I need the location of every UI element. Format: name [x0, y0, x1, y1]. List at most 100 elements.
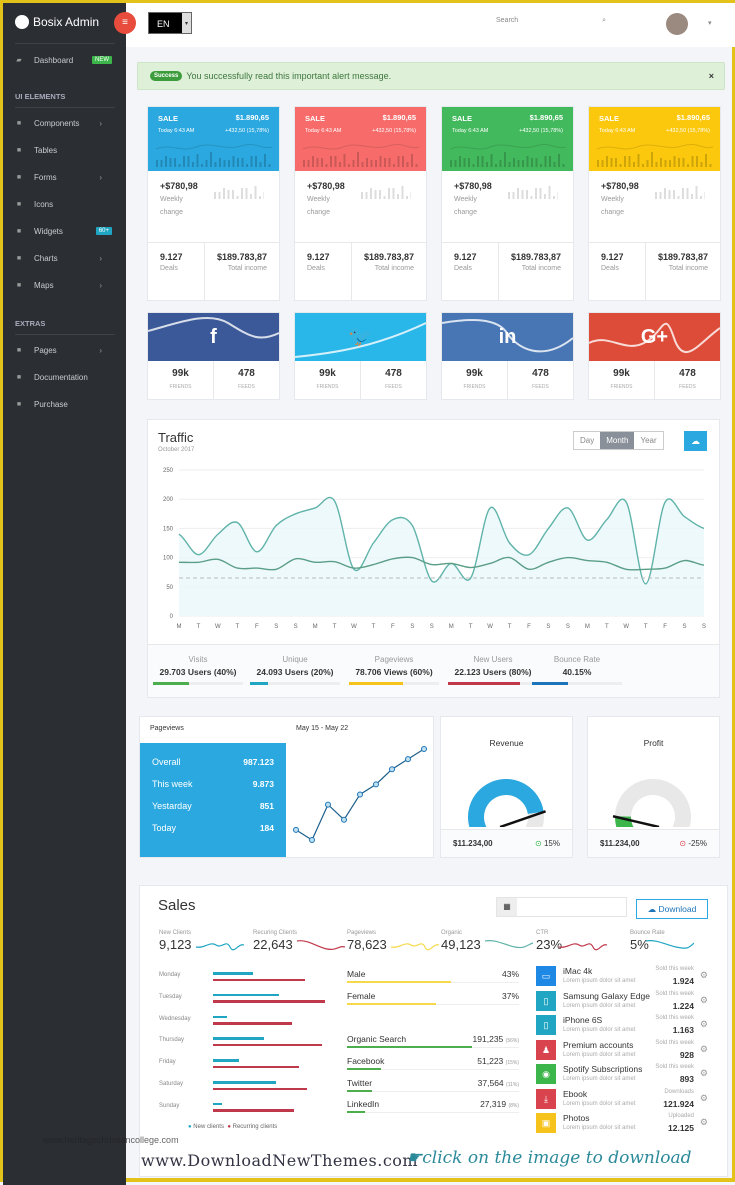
- chevron-down-icon[interactable]: ▾: [708, 19, 712, 27]
- arrow-up-circle-icon: ⊙: [535, 839, 544, 848]
- sidebar-item-maps[interactable]: ■ Maps ›: [3, 275, 126, 295]
- section-heading: EXTRAS: [15, 319, 46, 328]
- product-item[interactable]: ▭ iMac 4k Lorem ipsum dolor sit amet Sold t…: [536, 966, 708, 990]
- product-name: Ebook: [563, 1088, 588, 1099]
- sidebar-item-widgets[interactable]: ■ Widgets 60+: [3, 221, 126, 241]
- deals-value: 9.127: [160, 252, 183, 262]
- sidebar-item-charts[interactable]: ■ Charts ›: [3, 248, 126, 268]
- sale-card-header: SALE $1.890,65 Today 6:43 AM +432,50 (15,7…: [148, 107, 279, 171]
- recurring-clients-bar: [213, 1109, 295, 1112]
- gear-icon[interactable]: ⚙: [700, 1093, 708, 1104]
- cloud-download-button[interactable]: ☁: [684, 431, 707, 451]
- new-badge: NEW: [92, 56, 112, 64]
- divider: [15, 43, 115, 44]
- chevron-right-icon: ›: [99, 280, 102, 290]
- card-amount: $1.890,65: [676, 113, 710, 122]
- product-item[interactable]: ▣ Photos Lorem ipsum dolor sit amet Uploade…: [536, 1113, 708, 1137]
- stat-value: 29.703 Users (40%): [159, 667, 237, 677]
- mobile-icon: ▯: [536, 1015, 556, 1035]
- sidebar-item-forms[interactable]: ■ Forms ›: [3, 167, 126, 187]
- gear-icon[interactable]: ⚙: [700, 970, 708, 981]
- pageviews-stats: Overall 987.123 This week 9.873 Yestarday 851…: [140, 743, 286, 857]
- sidebar-item-purchase[interactable]: ■ Purchase: [3, 394, 126, 414]
- sidebar-item-dashboard[interactable]: ▰ Dashboard NEW: [3, 50, 126, 70]
- pageviews-trend-chart: [293, 746, 427, 843]
- day-bars: [213, 1037, 331, 1050]
- new-clients-bar: [213, 1081, 276, 1084]
- sidebar-item-tables[interactable]: ■ Tables: [3, 140, 126, 160]
- sidebar: Bosix Admin ▰ Dashboard NEW UI ELEMENTS ■ C…: [3, 3, 126, 1185]
- sidebar-item-components[interactable]: ■ Components ›: [3, 113, 126, 133]
- search-icon: ⌕: [602, 17, 606, 24]
- document-icon: ■: [16, 373, 22, 381]
- trend-point: [325, 801, 331, 808]
- close-icon[interactable]: ×: [709, 71, 714, 81]
- avatar[interactable]: [666, 13, 688, 35]
- x-tick-label: S: [566, 624, 570, 630]
- gear-icon[interactable]: ⚙: [700, 1117, 708, 1128]
- trend-point: [341, 816, 347, 823]
- income-value: $189.783,87: [657, 252, 708, 262]
- card-delta: +432,50 (15,78%): [225, 128, 269, 134]
- top-header: ≡ EN ▾ Search ⌕ ▾: [114, 3, 735, 47]
- row-label: Yestarday: [152, 801, 192, 811]
- product-name: iMac 4k: [563, 966, 593, 976]
- download-button[interactable]: ☁ Download: [636, 899, 708, 919]
- chevron-right-icon: ›: [99, 345, 102, 355]
- x-tick-label: T: [333, 624, 337, 630]
- sidebar-item-label: Maps: [34, 280, 54, 290]
- weekly-value: +$780,98: [601, 181, 639, 191]
- range-month-button[interactable]: Month: [600, 432, 635, 449]
- day-bars: [213, 1059, 331, 1072]
- stat-value: 22,643: [253, 937, 293, 952]
- product-item[interactable]: ◉ Spotify Subscriptions Lorem ipsum dolor …: [536, 1064, 708, 1088]
- stat-value: 40.15%: [562, 667, 592, 677]
- range-year-button[interactable]: Year: [634, 432, 662, 449]
- card-title: SALE: [452, 114, 473, 123]
- feeds-label: FEEDS: [679, 384, 696, 390]
- search-input[interactable]: Search ⌕: [496, 17, 616, 31]
- feeds-count: 478: [385, 368, 402, 379]
- product-item[interactable]: ⤓ Ebook Lorem ipsum dolor sit amet Download…: [536, 1088, 708, 1113]
- product-item[interactable]: ▯ Samsung Galaxy Edge Lorem ipsum dolor si…: [536, 990, 708, 1015]
- weekly-value: +$780,98: [307, 181, 345, 191]
- day-bars: [213, 1081, 331, 1094]
- day-label: Saturday: [159, 1081, 184, 1087]
- map-pin-icon: ■: [16, 281, 22, 289]
- feeds-count: 478: [238, 368, 255, 379]
- product-item[interactable]: ♟ Premium accounts Lorem ipsum dolor sit a…: [536, 1039, 708, 1064]
- watermark-cta-text: click on the image to download: [422, 1148, 692, 1168]
- success-label: Success: [150, 71, 183, 81]
- traffic-stat-unique: Unique 24.093 Users (20%): [245, 655, 345, 685]
- brand-logo[interactable]: Bosix Admin: [15, 15, 99, 29]
- row-value: 27,319: [480, 1099, 507, 1110]
- gear-icon[interactable]: ⚙: [700, 1019, 708, 1030]
- watermark-cta[interactable]: ☛click on the image to download: [407, 1148, 692, 1168]
- gear-icon[interactable]: ⚙: [700, 995, 708, 1006]
- feeds-count: 478: [679, 368, 696, 379]
- product-item[interactable]: ▯ iPhone 6S Lorem ipsum dolor sit amet Sold…: [536, 1015, 708, 1039]
- sidebar-item-icons[interactable]: ■ Icons: [3, 194, 126, 214]
- x-tick-label: T: [469, 624, 473, 630]
- stat-progress: [349, 682, 439, 685]
- card-title: SALE: [305, 114, 326, 123]
- menu-toggle-button[interactable]: ≡: [114, 12, 136, 34]
- range-day-button[interactable]: Day: [574, 432, 600, 449]
- sidebar-item-label: Charts: [34, 253, 58, 263]
- legend-recurring: Recurring clients: [232, 1124, 278, 1130]
- traffic-stat-bounce-rate: Bounce Rate 40.15%: [527, 655, 627, 685]
- traffic-stat-visits: Visits 29.703 Users (40%): [148, 655, 248, 685]
- sidebar-item-pages[interactable]: ■ Pages ›: [3, 340, 126, 360]
- trend-point: [421, 746, 427, 752]
- sidebar-item-documentation[interactable]: ■ Documentation: [3, 367, 126, 387]
- product-desc: Lorem ipsum dolor sit amet: [563, 1100, 636, 1107]
- language-select[interactable]: EN ▾: [148, 12, 192, 34]
- x-tick-label: W: [487, 624, 493, 630]
- gear-icon[interactable]: ⚙: [700, 1068, 708, 1079]
- gear-icon[interactable]: ⚙: [700, 1044, 708, 1055]
- income-label: Total income: [374, 265, 414, 272]
- date-picker-input[interactable]: ▦: [496, 897, 627, 917]
- stat-value: 78.706 Views (60%): [355, 667, 433, 677]
- stat-value: 78,623: [347, 937, 387, 952]
- arrow-down-circle-icon: ⊙: [679, 839, 689, 848]
